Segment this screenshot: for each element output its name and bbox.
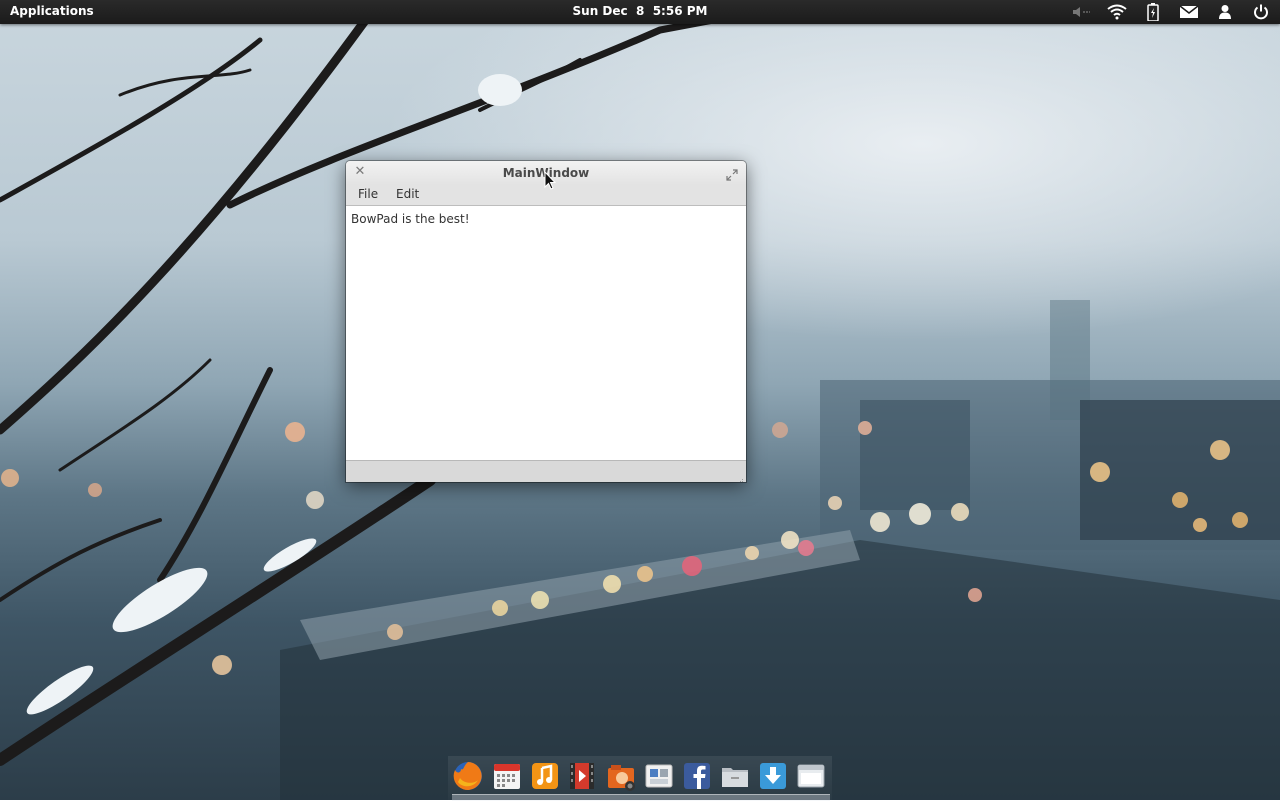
volume-muted-icon[interactable] <box>1070 2 1092 22</box>
window-icon[interactable] <box>795 760 827 792</box>
text-editor-area[interactable]: BowPad is the best! <box>346 206 746 461</box>
applications-menu-button[interactable]: Applications <box>10 4 94 18</box>
facebook-icon[interactable] <box>681 760 713 792</box>
power-icon[interactable] <box>1250 2 1272 22</box>
clock-label[interactable]: Sun Dec 8 5:56 PM <box>573 4 708 18</box>
system-indicators <box>1070 2 1272 22</box>
main-window: ✕ MainWindow File Edit BowPad is the bes… <box>346 161 746 482</box>
status-bar <box>346 461 746 482</box>
wifi-icon[interactable] <box>1106 2 1128 22</box>
video-icon[interactable] <box>566 760 598 792</box>
battery-icon[interactable] <box>1142 2 1164 22</box>
user-icon[interactable] <box>1214 2 1236 22</box>
firefox-icon[interactable] <box>452 760 484 792</box>
menu-file[interactable]: File <box>354 187 382 201</box>
downloads-icon[interactable] <box>757 760 789 792</box>
files-icon[interactable] <box>719 760 751 792</box>
mail-icon[interactable] <box>1178 2 1200 22</box>
photos-icon[interactable] <box>605 760 637 792</box>
maximize-icon[interactable] <box>726 166 738 181</box>
resize-grip-icon[interactable] <box>736 472 744 482</box>
mouse-cursor-icon <box>544 170 557 190</box>
settings-icon[interactable] <box>643 760 675 792</box>
editor-content: BowPad is the best! <box>351 212 470 226</box>
music-icon[interactable] <box>529 760 561 792</box>
top-panel: Applications Sun Dec 8 5:56 PM <box>0 0 1280 24</box>
menu-edit[interactable]: Edit <box>392 187 423 201</box>
calendar-icon[interactable] <box>491 760 523 792</box>
